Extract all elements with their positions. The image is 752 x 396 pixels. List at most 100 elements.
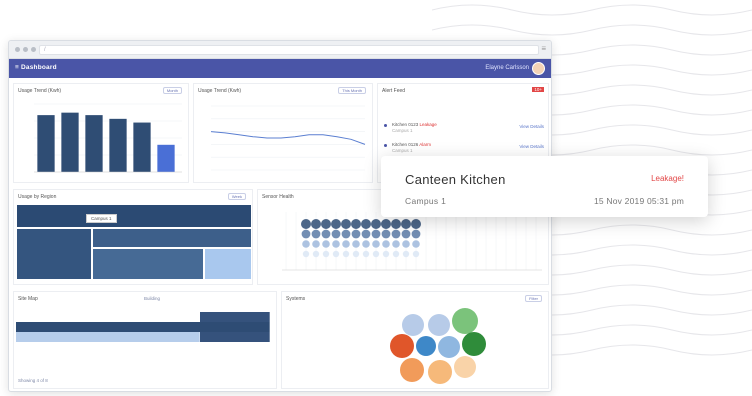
treemap-cell[interactable] (92, 248, 204, 280)
scatter-point (381, 219, 391, 229)
series-line (210, 131, 366, 145)
scatter-point (301, 229, 311, 239)
treemap-cell[interactable] (204, 248, 252, 280)
bubble[interactable] (400, 358, 424, 382)
bar (109, 118, 127, 172)
scatter-point (332, 240, 340, 248)
site-table-panel: Site Map Building Showing 4 of 8 (13, 291, 277, 389)
scatter-point (322, 240, 330, 248)
treemap-panel: Usage by Region Week Campus 1 (13, 189, 253, 285)
view-details-link[interactable]: View Details (519, 144, 544, 149)
scatter-point (402, 240, 410, 248)
usage-bar-chart (34, 103, 182, 173)
avatar[interactable] (532, 62, 545, 75)
panel-title: Usage Trend (Kwh) (198, 88, 242, 94)
systems-panel: Systems Filter (281, 291, 549, 389)
scatter-point (332, 250, 340, 258)
scatter-point (362, 240, 370, 248)
scatter-point (371, 229, 381, 239)
scatter-point (371, 219, 381, 229)
bar (133, 122, 151, 172)
bubble[interactable] (438, 336, 460, 358)
scatter-point (412, 250, 420, 258)
bubble[interactable] (402, 314, 424, 336)
table-cell[interactable] (16, 332, 200, 342)
dashboard-title[interactable]: ≡ Dashboard (15, 64, 57, 71)
bullet-icon (384, 124, 387, 127)
scatter-point (381, 229, 391, 239)
alert-label: Alarm (419, 142, 432, 147)
bubble[interactable] (452, 308, 478, 334)
scatter-point (342, 250, 350, 258)
bar (37, 115, 55, 172)
list-item[interactable]: Kitchen 0123 Leakage Campus 1 View Detai… (384, 122, 544, 136)
period-select[interactable]: Month (162, 87, 182, 94)
period-select[interactable]: Week (227, 193, 246, 200)
filter-button[interactable]: Filter (525, 295, 542, 302)
scatter-point (372, 240, 380, 248)
alert-popup-card[interactable]: Canteen Kitchen Leakage! Campus 1 15 Nov… (381, 156, 708, 217)
scatter-point (351, 229, 361, 239)
treemap-tooltip: Campus 1 (86, 214, 117, 223)
panel-title: Alert Feed (382, 88, 406, 94)
user-name[interactable]: Elayne Carlsson (485, 65, 529, 71)
card-subtitle: Campus 1 (405, 196, 447, 206)
period-select[interactable]: This Month (338, 87, 366, 94)
bubble[interactable] (428, 360, 452, 384)
scatter-point (312, 250, 320, 258)
view-details-link[interactable]: View Details (519, 124, 544, 129)
scatter-point (311, 219, 321, 229)
table-cell[interactable] (200, 332, 270, 342)
bubble[interactable] (462, 332, 486, 356)
scatter-point (411, 219, 421, 229)
address-bar[interactable]: / (39, 45, 539, 55)
alert-count-badge: 10+ (532, 87, 544, 92)
bubble[interactable] (428, 314, 450, 336)
bubble[interactable] (454, 356, 476, 378)
card-title: Canteen Kitchen (405, 172, 506, 187)
scatter-point (362, 250, 370, 258)
scatter-point (322, 250, 330, 258)
card-timestamp: 15 Nov 2019 05:31 pm (593, 196, 684, 206)
alert-title: Kitchen 0126 (392, 142, 419, 147)
table-cell[interactable] (16, 322, 270, 332)
treemap-cell[interactable] (16, 228, 92, 280)
list-item[interactable]: Kitchen 0126 Alarm Campus 1 View Details (384, 142, 544, 156)
scatter-point (342, 240, 350, 248)
bubble[interactable] (390, 334, 414, 358)
scatter-point (331, 229, 341, 239)
scatter-point (311, 229, 321, 239)
app-header: ≡ Dashboard Elayne Carlsson (9, 59, 551, 78)
window-controls[interactable] (15, 47, 36, 52)
scatter-point (411, 229, 421, 239)
scatter-point (331, 219, 341, 229)
alert-label: Leakage (419, 122, 437, 127)
table-cell[interactable] (200, 312, 270, 322)
treemap-cell[interactable] (16, 204, 252, 228)
scatter-point (361, 219, 371, 229)
scatter-point (392, 250, 400, 258)
panel-title: Usage Trend (Kwh) (18, 88, 62, 94)
scatter-point (352, 240, 360, 248)
scatter-point (312, 240, 320, 248)
scatter-point (412, 240, 420, 248)
scatter-point (321, 219, 331, 229)
table-footer: Showing 4 of 8 (18, 378, 48, 383)
scatter-point (302, 250, 310, 258)
scatter-point (341, 219, 351, 229)
scatter-point (321, 229, 331, 239)
alert-subtitle: Campus 1 (392, 128, 413, 133)
bar (157, 144, 175, 172)
usage-line-panel: Usage Trend (Kwh) This Month (193, 83, 373, 183)
status-badge: Leakage! (651, 174, 684, 183)
treemap-cell[interactable] (92, 228, 252, 248)
usage-bar-panel: Usage Trend (Kwh) Month (13, 83, 189, 183)
browser-menu-icon[interactable]: ≡ (541, 44, 546, 53)
bubble[interactable] (416, 336, 436, 356)
scatter-point (382, 240, 390, 248)
usage-line-chart (210, 105, 366, 171)
scatter-point (351, 219, 361, 229)
bar (85, 115, 103, 172)
scatter-point (301, 219, 311, 229)
scatter-point (401, 229, 411, 239)
